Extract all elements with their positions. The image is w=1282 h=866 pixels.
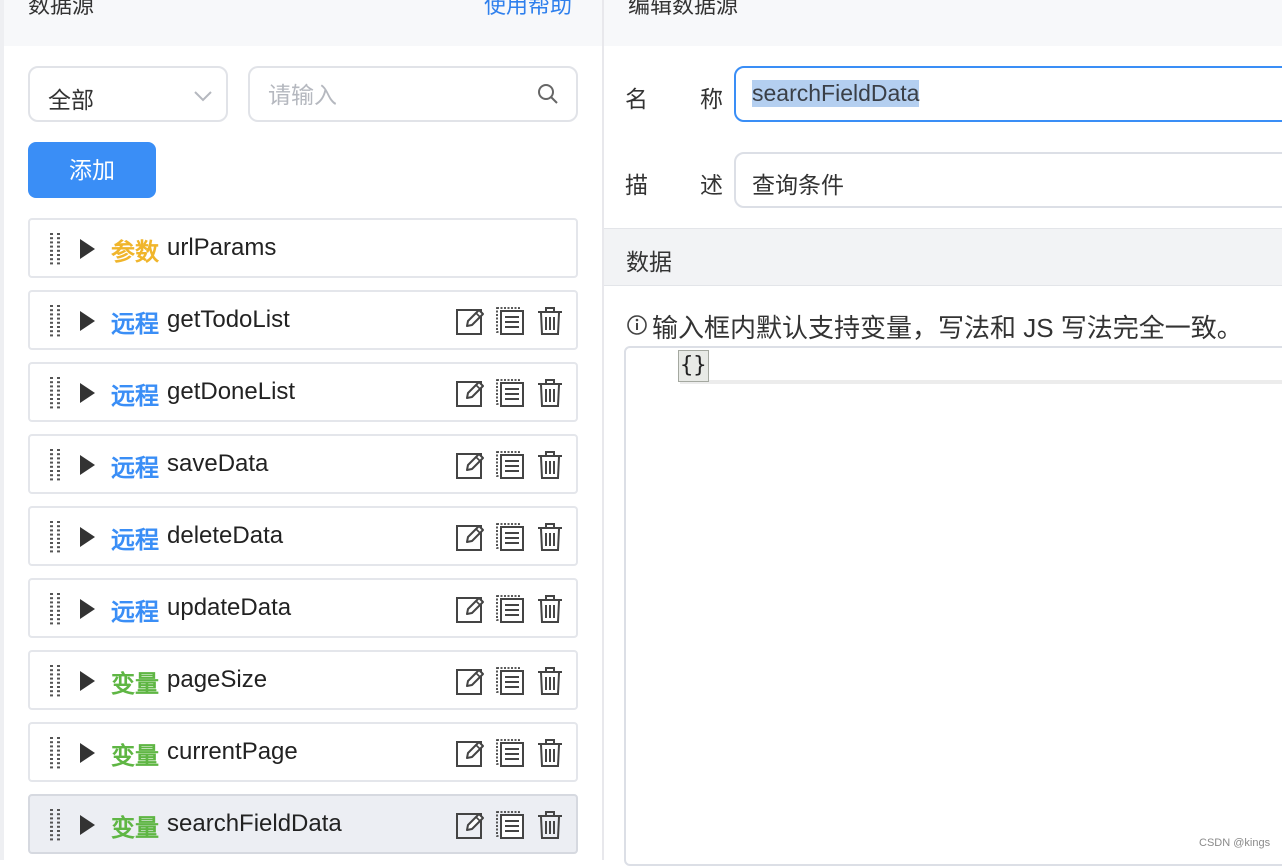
datasource-type-tag: 远程 (111, 455, 159, 482)
panel-edge (0, 0, 4, 860)
caret-right-icon[interactable] (80, 599, 95, 619)
filter-select-value: 全部 (48, 87, 94, 113)
delete-icon[interactable] (535, 306, 565, 336)
caret-right-icon[interactable] (80, 455, 95, 475)
desc-label-first: 描 (625, 172, 648, 198)
caret-right-icon[interactable] (80, 527, 95, 547)
help-link[interactable]: 使用帮助 (484, 0, 572, 20)
datasource-item[interactable]: 变量 searchFieldData (28, 794, 578, 854)
datasource-panel: 数据源 使用帮助 全部 添加 参数urlParams远程getTodoList远… (0, 0, 604, 860)
name-field-value[interactable]: searchFieldData (752, 80, 920, 107)
caret-right-icon[interactable] (80, 383, 95, 403)
editor-active-line (680, 352, 1282, 384)
datasource-name: updateData (167, 594, 292, 621)
datasource-type-tag: 远程 (111, 311, 159, 338)
drag-handle-icon[interactable] (48, 520, 62, 554)
datasource-item[interactable]: 远程 updateData (28, 578, 578, 638)
delete-icon[interactable] (535, 450, 565, 480)
caret-right-icon[interactable] (80, 815, 95, 835)
name-label-first: 名 (625, 86, 648, 112)
delete-icon[interactable] (535, 666, 565, 696)
datasource-name: searchFieldData (167, 810, 342, 837)
copy-icon[interactable] (495, 378, 525, 408)
json-editor[interactable]: {} (624, 346, 1282, 866)
edit-icon[interactable] (455, 522, 485, 552)
datasource-header: 数据源 使用帮助 (4, 0, 602, 46)
watermark: CSDN @kings (1199, 837, 1271, 849)
datasource-name: getDoneList (167, 378, 296, 405)
copy-icon[interactable] (495, 666, 525, 696)
edit-icon[interactable] (455, 450, 485, 480)
datasource-type-tag: 变量 (111, 743, 159, 770)
desc-label-second: 述 (700, 172, 723, 198)
delete-icon[interactable] (535, 738, 565, 768)
description-field[interactable]: 查询条件 (734, 152, 1282, 208)
edit-icon[interactable] (455, 594, 485, 624)
datasource-title: 数据源 (28, 0, 95, 18)
delete-icon[interactable] (535, 378, 565, 408)
datasource-item[interactable]: 变量 pageSize (28, 650, 578, 710)
delete-icon[interactable] (535, 522, 565, 552)
delete-icon[interactable] (535, 810, 565, 840)
copy-icon[interactable] (495, 450, 525, 480)
search-box[interactable] (248, 66, 578, 122)
info-circle-icon (627, 315, 647, 335)
datasource-name: urlParams (167, 234, 277, 261)
datasource-item[interactable]: 参数 urlParams (28, 218, 578, 278)
datasource-type-tag: 变量 (111, 671, 159, 698)
drag-handle-icon[interactable] (48, 736, 62, 770)
datasource-type-tag: 远程 (111, 383, 159, 410)
search-input[interactable] (266, 78, 530, 112)
datasource-name: getTodoList (167, 306, 290, 333)
drag-handle-icon[interactable] (48, 376, 62, 410)
editor-code[interactable]: {} (678, 350, 709, 382)
datasource-type-tag: 远程 (111, 527, 159, 554)
copy-icon[interactable] (495, 522, 525, 552)
caret-right-icon[interactable] (80, 671, 95, 691)
datasource-name: pageSize (167, 666, 268, 693)
filter-select[interactable]: 全部 (28, 66, 228, 122)
drag-handle-icon[interactable] (48, 304, 62, 338)
edit-icon[interactable] (455, 810, 485, 840)
drag-handle-icon[interactable] (48, 592, 62, 626)
drag-handle-icon[interactable] (48, 808, 62, 842)
datasource-type-tag: 变量 (111, 815, 159, 842)
drag-handle-icon[interactable] (48, 232, 62, 266)
data-section-title: 数据 (626, 249, 672, 275)
edit-icon[interactable] (455, 738, 485, 768)
add-button[interactable]: 添加 (28, 142, 156, 198)
data-section-bar: 数据 (604, 228, 1282, 286)
drag-handle-icon[interactable] (48, 448, 62, 482)
tip-text: 输入框内默认支持变量，写法和 JS 写法完全一致。 (652, 313, 1243, 343)
datasource-item[interactable]: 远程 getDoneList (28, 362, 578, 422)
edit-icon[interactable] (455, 378, 485, 408)
search-icon[interactable] (536, 82, 560, 106)
datasource-item[interactable]: 远程 deleteData (28, 506, 578, 566)
datasource-name: saveData (167, 450, 269, 477)
copy-icon[interactable] (495, 738, 525, 768)
datasource-name: deleteData (167, 522, 284, 549)
copy-icon[interactable] (495, 594, 525, 624)
datasource-type-tag: 参数 (111, 239, 159, 266)
editor-title: 编辑数据源 (628, 0, 739, 18)
datasource-type-tag: 远程 (111, 599, 159, 626)
delete-icon[interactable] (535, 594, 565, 624)
name-field[interactable]: searchFieldData (734, 66, 1282, 122)
datasource-item[interactable]: 远程 getTodoList (28, 290, 578, 350)
copy-icon[interactable] (495, 306, 525, 336)
caret-right-icon[interactable] (80, 239, 95, 259)
datasource-item[interactable]: 远程 saveData (28, 434, 578, 494)
caret-right-icon[interactable] (80, 743, 95, 763)
chevron-down-icon (194, 91, 212, 102)
datasource-name: currentPage (167, 738, 298, 765)
caret-right-icon[interactable] (80, 311, 95, 331)
description-field-value[interactable]: 查询条件 (752, 166, 844, 200)
drag-handle-icon[interactable] (48, 664, 62, 698)
edit-icon[interactable] (455, 666, 485, 696)
copy-icon[interactable] (495, 810, 525, 840)
edit-icon[interactable] (455, 306, 485, 336)
name-label-second: 称 (700, 86, 723, 112)
datasource-item[interactable]: 变量 currentPage (28, 722, 578, 782)
